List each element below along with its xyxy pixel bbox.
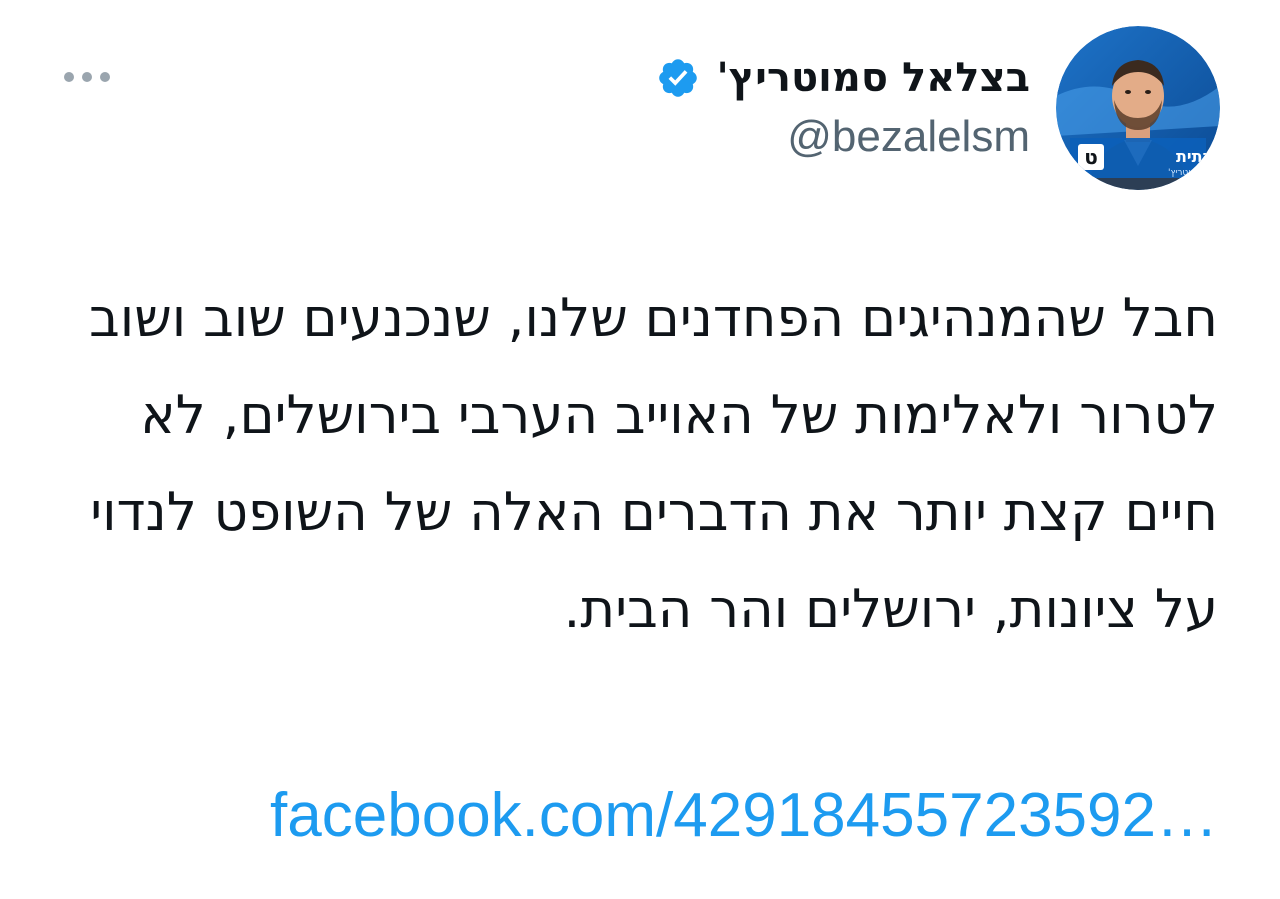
avatar-badge-text: הציונות הדתית — [1176, 147, 1220, 166]
more-dots-icon — [64, 72, 74, 82]
author-handle[interactable]: @bezalelsm — [656, 110, 1030, 164]
tweet-text: חבל שהמנהיגים הפחדנים שלנו, שנכנעים שוב … — [89, 288, 1218, 640]
verified-badge-icon — [659, 59, 698, 97]
author-display-name[interactable]: בצלאל סמוטריץ' — [716, 52, 1030, 104]
tweet-link[interactable]: facebook.com/42918455723592… — [270, 778, 1218, 854]
avatar[interactable]: הציונות הדתית בצלאל סמוטריץ' ט — [1056, 26, 1220, 190]
tweet-author: בצלאל סמוטריץ' @bezalelsm — [656, 52, 1030, 164]
more-dots-icon — [82, 72, 92, 82]
more-dots-icon — [100, 72, 110, 82]
author-name-row[interactable]: בצלאל סמוטריץ' — [656, 52, 1030, 104]
avatar-badge-subtext: בצלאל סמוטריץ' — [1168, 168, 1220, 178]
more-options-button[interactable] — [64, 68, 110, 86]
avatar-image: הציונות הדתית בצלאל סמוטריץ' ט — [1056, 26, 1220, 190]
avatar-logo-letter: ט — [1084, 145, 1098, 169]
